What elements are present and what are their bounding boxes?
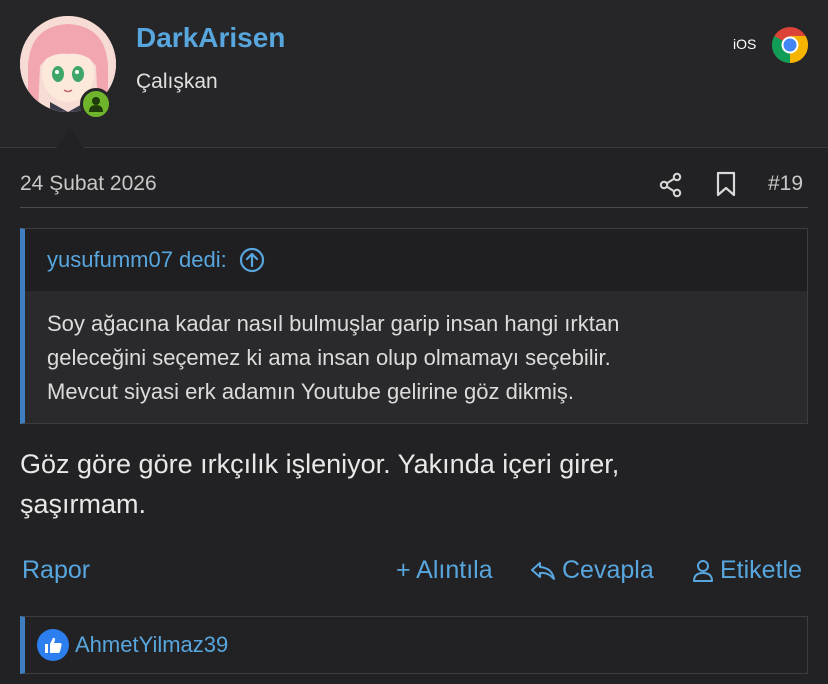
share-icon[interactable] xyxy=(658,172,684,198)
chrome-icon xyxy=(771,27,809,64)
quote-label: + Alıntıla xyxy=(396,556,493,584)
user-title: Çalışkan xyxy=(136,70,218,93)
message-line: Göz göre göre ırkçılık işleniyor. Yakınd… xyxy=(20,449,620,479)
post-message: Göz göre göre ırkçılık işleniyor. Yakınd… xyxy=(20,444,808,524)
user-icon xyxy=(693,559,713,582)
user-online-icon xyxy=(80,88,112,120)
bookmark-icon[interactable] xyxy=(714,171,738,197)
quote-button[interactable]: + Alıntıla xyxy=(396,556,493,585)
message-line: şaşırmam. xyxy=(20,489,147,519)
quote-header: yusufumm07 dedi: xyxy=(25,229,807,291)
report-link[interactable]: Rapor xyxy=(22,556,90,585)
reply-label: Cevapla xyxy=(562,556,654,584)
quote-author[interactable]: yusufumm07 dedi: xyxy=(47,247,227,273)
like-icon xyxy=(37,629,69,661)
reaction-user[interactable]: AhmetYilmaz39 xyxy=(75,632,228,658)
quote-line: geleceğini seçemez ki ama insan olup olm… xyxy=(47,345,611,370)
platform-label: iOS xyxy=(733,36,757,52)
post-number[interactable]: #19 xyxy=(768,172,803,196)
tag-button[interactable]: Etiketle xyxy=(692,556,802,585)
reactions-bar: AhmetYilmaz39 xyxy=(20,616,808,674)
post-meta: 24 Şubat 2026 #19 xyxy=(20,160,808,208)
quote-line: Soy ağacına kadar nasıl bulmuşlar garip … xyxy=(47,311,620,336)
report-label: Rapor xyxy=(22,556,91,584)
avatar-pointer xyxy=(56,128,84,148)
tag-label: Etiketle xyxy=(720,556,802,584)
post-date[interactable]: 24 Şubat 2026 xyxy=(20,172,157,196)
user-header: DarkArisen Çalışkan iOS xyxy=(0,0,828,148)
reply-icon xyxy=(531,561,555,580)
quote-block: yusufumm07 dedi: Soy ağacına kadar nasıl… xyxy=(20,228,808,424)
quote-line: Mevcut siyasi erk adamın Youtube gelirin… xyxy=(47,379,575,404)
post-actions: Rapor + Alıntıla Cevapla Etiketle xyxy=(22,556,808,588)
username[interactable]: DarkArisen xyxy=(136,22,285,54)
arrow-up-circle-icon[interactable] xyxy=(239,247,265,273)
reply-button[interactable]: Cevapla xyxy=(530,556,654,585)
quote-body: Soy ağacına kadar nasıl bulmuşlar garip … xyxy=(25,291,807,409)
